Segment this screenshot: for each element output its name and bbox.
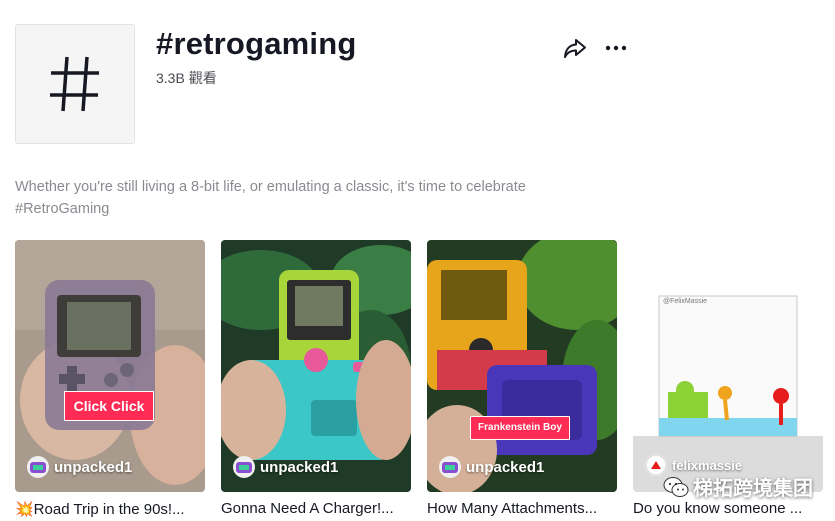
- avatar: [233, 456, 255, 478]
- author-name: unpacked1: [260, 458, 339, 476]
- more-icon: [605, 45, 627, 51]
- video-caption[interactable]: 💥Road Trip in the 90s!...: [15, 500, 205, 518]
- hashtag-icon: [50, 56, 99, 112]
- video-author[interactable]: unpacked1: [439, 456, 544, 478]
- video-caption[interactable]: Gonna Need A Charger!...: [221, 500, 411, 517]
- hashtag-avatar: [15, 24, 135, 144]
- avatar: [27, 456, 49, 478]
- author-name: felixmassie: [672, 457, 743, 473]
- author-name: unpacked1: [54, 458, 133, 476]
- video-preview-image: [221, 240, 411, 492]
- avatar: [439, 456, 461, 478]
- share-icon: [564, 39, 586, 58]
- video-caption[interactable]: Do you know someone ...: [633, 500, 823, 517]
- hashtag-description: Whether you're still living a 8-bit life…: [15, 179, 526, 217]
- video-thumbnail[interactable]: unpacked1: [221, 240, 411, 492]
- video-frame-label: @FelixMassie: [663, 298, 708, 305]
- share-button[interactable]: [563, 36, 587, 60]
- video-sticker-text: Frankenstein Boy: [471, 417, 569, 439]
- video-card[interactable]: unpacked1 Gonna Need A Charger!...: [221, 240, 411, 517]
- watermark: 梯拓跨境集团: [663, 472, 813, 501]
- video-author[interactable]: unpacked1: [233, 456, 338, 478]
- page-title: #retrogaming: [156, 26, 357, 61]
- wechat-icon: [663, 476, 689, 497]
- video-sticker-text: Click Click: [65, 392, 153, 420]
- more-options-button[interactable]: [604, 36, 628, 60]
- video-caption[interactable]: How Many Attachments...: [427, 500, 617, 517]
- author-name: unpacked1: [466, 458, 545, 476]
- view-count: 3.3B 觀看: [156, 70, 217, 86]
- video-author[interactable]: unpacked1: [27, 456, 132, 478]
- video-thumbnail[interactable]: Click Click unpacked1: [15, 240, 205, 492]
- video-card[interactable]: Click Click unpacked1 💥Road Trip in the …: [15, 240, 205, 518]
- video-card[interactable]: Frankenstein Boy unpacked1 How Many Atta…: [427, 240, 617, 517]
- video-preview-image: [427, 240, 617, 492]
- video-thumbnail[interactable]: @FelixMassie felixmassie: [633, 240, 823, 492]
- watermark-text: 梯拓跨境集团: [693, 476, 813, 500]
- video-thumbnail[interactable]: Frankenstein Boy unpacked1: [427, 240, 617, 492]
- video-preview-image: [15, 240, 205, 492]
